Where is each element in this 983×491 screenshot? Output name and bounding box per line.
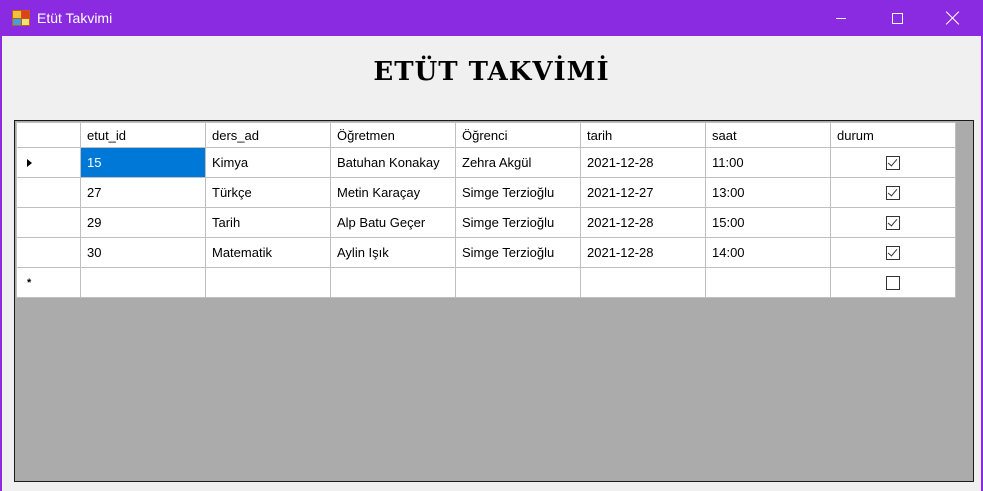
- column-header-tarih[interactable]: tarih: [580, 122, 706, 148]
- cell-ders-ad[interactable]: Matematik: [205, 237, 331, 268]
- new-row[interactable]: *: [16, 267, 956, 298]
- durum-checkbox[interactable]: [886, 156, 900, 171]
- cell-ogretmen[interactable]: Alp Batu Geçer: [330, 207, 456, 238]
- cell-saat[interactable]: [705, 267, 831, 298]
- column-header-ogretmen[interactable]: Öğretmen: [330, 122, 456, 148]
- row-header[interactable]: [16, 177, 81, 208]
- cell-etut-id[interactable]: 29: [80, 207, 206, 238]
- data-grid[interactable]: etut_id ders_ad Öğretmen Öğrenci tarih s…: [14, 120, 974, 482]
- table-row[interactable]: 29 Tarih Alp Batu Geçer Simge Terzioğlu …: [16, 207, 956, 238]
- cell-durum[interactable]: [830, 177, 956, 208]
- cell-saat[interactable]: 11:00: [705, 147, 831, 178]
- cell-etut-id[interactable]: [80, 267, 206, 298]
- window-controls: [813, 0, 981, 36]
- row-header[interactable]: *: [16, 267, 81, 298]
- cell-tarih[interactable]: [580, 267, 706, 298]
- cell-ogretmen[interactable]: Batuhan Konakay: [330, 147, 456, 178]
- cell-durum[interactable]: [830, 147, 956, 178]
- cell-durum[interactable]: [830, 267, 956, 298]
- durum-checkbox[interactable]: [886, 186, 900, 201]
- cell-durum[interactable]: [830, 237, 956, 268]
- cell-tarih[interactable]: 2021-12-27: [580, 177, 706, 208]
- close-icon: [946, 11, 960, 25]
- minimize-icon: [836, 17, 846, 19]
- column-header-durum[interactable]: durum: [830, 122, 956, 148]
- grid-header-row: etut_id ders_ad Öğretmen Öğrenci tarih s…: [16, 122, 956, 148]
- minimize-button[interactable]: [813, 0, 869, 36]
- current-row-arrow-icon: [27, 158, 32, 167]
- app-window: Etüt Takvimi ETÜT TAKVİMİ etut_id ders_a…: [0, 0, 983, 491]
- durum-checkbox[interactable]: [886, 216, 900, 231]
- cell-saat[interactable]: 14:00: [705, 237, 831, 268]
- cell-tarih[interactable]: 2021-12-28: [580, 147, 706, 178]
- row-header[interactable]: [16, 237, 81, 268]
- maximize-icon: [891, 12, 903, 24]
- row-header[interactable]: [16, 147, 81, 178]
- cell-durum[interactable]: [830, 207, 956, 238]
- cell-ogrenci[interactable]: Simge Terzioğlu: [455, 177, 581, 208]
- page-title: ETÜT TAKVİMİ: [373, 57, 610, 87]
- maximize-button[interactable]: [869, 0, 925, 36]
- window-title: Etüt Takvimi: [37, 10, 113, 26]
- cell-ders-ad[interactable]: [205, 267, 331, 298]
- cell-ogrenci[interactable]: Zehra Akgül: [455, 147, 581, 178]
- row-header[interactable]: [16, 207, 81, 238]
- cell-ogretmen[interactable]: Aylin Işık: [330, 237, 456, 268]
- column-header-ogrenci[interactable]: Öğrenci: [455, 122, 581, 148]
- cell-ogrenci[interactable]: Simge Terzioğlu: [455, 237, 581, 268]
- cell-tarih[interactable]: 2021-12-28: [580, 207, 706, 238]
- cell-saat[interactable]: 13:00: [705, 177, 831, 208]
- cell-etut-id[interactable]: 30: [80, 237, 206, 268]
- data-grid-table: etut_id ders_ad Öğretmen Öğrenci tarih s…: [16, 122, 956, 298]
- cell-tarih[interactable]: 2021-12-28: [580, 237, 706, 268]
- table-row[interactable]: 30 Matematik Aylin Işık Simge Terzioğlu …: [16, 237, 956, 268]
- column-header-etut-id[interactable]: etut_id: [80, 122, 206, 148]
- cell-ogrenci[interactable]: [455, 267, 581, 298]
- title-bar[interactable]: Etüt Takvimi: [2, 0, 981, 36]
- cell-ders-ad[interactable]: Tarih: [205, 207, 331, 238]
- cell-ogrenci[interactable]: Simge Terzioğlu: [455, 207, 581, 238]
- cell-ders-ad[interactable]: Kimya: [205, 147, 331, 178]
- durum-checkbox[interactable]: [886, 246, 900, 261]
- column-header-ders-ad[interactable]: ders_ad: [205, 122, 331, 148]
- column-header-saat[interactable]: saat: [705, 122, 831, 148]
- table-row[interactable]: 15 Kimya Batuhan Konakay Zehra Akgül 202…: [16, 147, 956, 178]
- table-row[interactable]: 27 Türkçe Metin Karaçay Simge Terzioğlu …: [16, 177, 956, 208]
- app-form-icon[interactable]: [12, 10, 30, 26]
- cell-ogretmen[interactable]: Metin Karaçay: [330, 177, 456, 208]
- new-row-marker-icon: *: [27, 276, 32, 289]
- cell-saat[interactable]: 15:00: [705, 207, 831, 238]
- cell-ogretmen[interactable]: [330, 267, 456, 298]
- grid-corner-header[interactable]: [16, 122, 81, 148]
- durum-checkbox[interactable]: [886, 276, 900, 291]
- close-button[interactable]: [925, 0, 981, 36]
- cell-etut-id[interactable]: 15: [80, 147, 206, 178]
- cell-ders-ad[interactable]: Türkçe: [205, 177, 331, 208]
- cell-etut-id[interactable]: 27: [80, 177, 206, 208]
